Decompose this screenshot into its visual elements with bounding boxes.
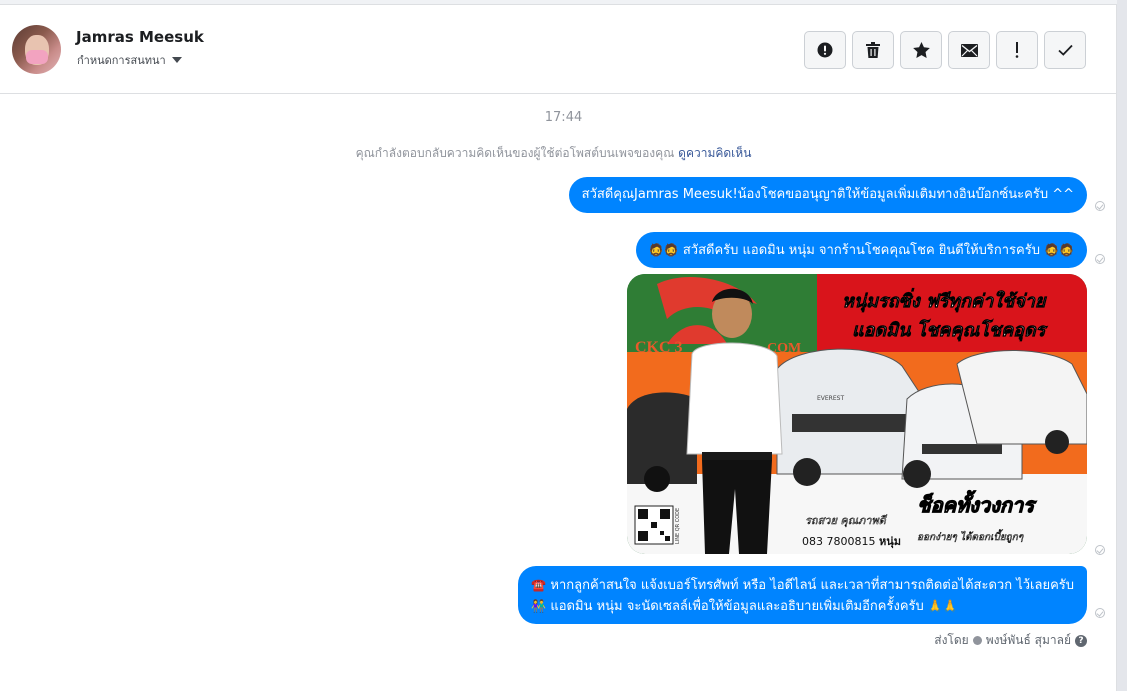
follow-up-button[interactable] [996,31,1038,69]
car-dark-ford [627,392,697,492]
contact-name[interactable]: Jamras Meesuk [76,28,204,46]
notice-text: คุณกำลังตอบกลับความคิดเห็นของผู้ใช้ต่อโพ… [355,146,675,160]
avatar-mask [26,50,48,64]
banner-headline-2: แอดมิน โชคคุณโชคอุดร [852,319,1049,342]
help-icon[interactable]: ? [1075,634,1087,647]
verified-dot-icon [972,636,982,645]
exclamation-icon [1015,42,1019,58]
banner-headline-1: หนุ่มรถซิ่ง ฟรีทุกค่าใช้จ่าย [842,288,1047,313]
mark-unread-button[interactable] [948,31,990,69]
car-white-pickup [956,350,1087,454]
promo-banner-image: CKC 3 COM หนุ่มรถซิ่ง ฟรีทุกค่าใช้จ่าย แ… [627,274,1087,554]
view-comment-link[interactable]: ดูความคิดเห็น [678,146,751,160]
car-badge: EVEREST [817,395,844,402]
message-bubble[interactable]: สวัสดีคุณJamras Meesuk!น้องโชคขออนุญาติใ… [568,177,1087,213]
sent-by-info: ส่งโดย พงษ์พันธ์ สุมาลย์ ? [934,631,1087,650]
message-text: สวัสดีคุณJamras Meesuk!น้องโชคขออนุญาติใ… [581,187,1074,202]
pray-emoji-icon: 🙏🙏 [927,599,958,613]
message-timestamp: 17:44 [544,110,583,125]
sent-by-label: ส่งโดย [934,633,969,647]
conversation-header: Jamras Meesuk กำหนดการสนทนา [0,5,1116,94]
qr-caption: LINE QR CODE [675,508,681,544]
check-icon [1057,44,1073,56]
assign-label: กำหนดการสนทนา [77,54,166,67]
sent-check-icon [1095,545,1105,555]
banner-tagline-2: ออกง่ายๆ ได้ดอกเบี้ยถูกๆ [917,529,1024,543]
message-text: สวัสดีครับ แอดมิน หนุ่ม จากร้านโชคคุณโชค… [682,243,1040,258]
trash-icon [866,42,880,58]
message-text-line-1: หากลูกค้าสนใจ แจ้งเบอร์โทรศัพท์ หรือ ไอด… [550,578,1074,593]
message-text-line-2: แอดมิน หนุ่ม จะนัดเซลล์เพื่อให้ข้อมูลและ… [550,599,924,614]
scrollbar[interactable] [1117,0,1127,691]
banner-tagline: รถสวย คุณภาพดี [805,514,888,527]
envelope-icon [960,43,978,57]
people-emoji-icon: 👫 [531,599,547,613]
message-bubble[interactable]: ☎️ หากลูกค้าสนใจ แจ้งเบอร์โทรศัพท์ หรือ … [518,566,1087,624]
qr-code-icon [634,505,674,545]
caret-down-icon [171,57,182,63]
assign-conversation-dropdown[interactable]: กำหนดการสนทนา [77,51,182,69]
star-icon [912,42,930,58]
mark-done-button[interactable] [1044,31,1086,69]
mark-spam-button[interactable] [804,31,846,69]
sent-by-name[interactable]: พงษ์พันธ์ สุมาลย์ [986,631,1071,650]
banner-phone: 083 7800815 [802,535,875,548]
message-bubble[interactable]: 🧔🧔 สวัสดีครับ แอดมิน หนุ่ม จากร้านโชคคุณ… [635,232,1087,268]
alert-circle-icon [817,42,833,58]
image-message[interactable]: CKC 3 COM หนุ่มรถซิ่ง ฟรีทุกค่าใช้จ่าย แ… [627,274,1087,554]
person-emoji-icon: 🧔🧔 [648,243,679,257]
avatar[interactable] [12,25,61,74]
banner-slogan: ช็อคทั้งวงการ [917,490,1037,517]
telephone-emoji-icon: ☎️ [531,578,547,592]
delete-button[interactable] [852,31,894,69]
sent-check-icon [1095,254,1105,264]
action-toolbar [804,31,1086,69]
banner-phone-name: หนุ่ม [879,535,901,549]
person-emoji-icon: 🧔🧔 [1044,243,1074,257]
star-button[interactable] [900,31,942,69]
logo-text: CKC 3 [635,339,683,356]
sent-check-icon [1095,608,1105,618]
sent-check-icon [1095,201,1105,211]
comment-reply-notice: คุณกำลังตอบกลับความคิดเห็นของผู้ใช้ต่อโพ… [0,144,1107,163]
